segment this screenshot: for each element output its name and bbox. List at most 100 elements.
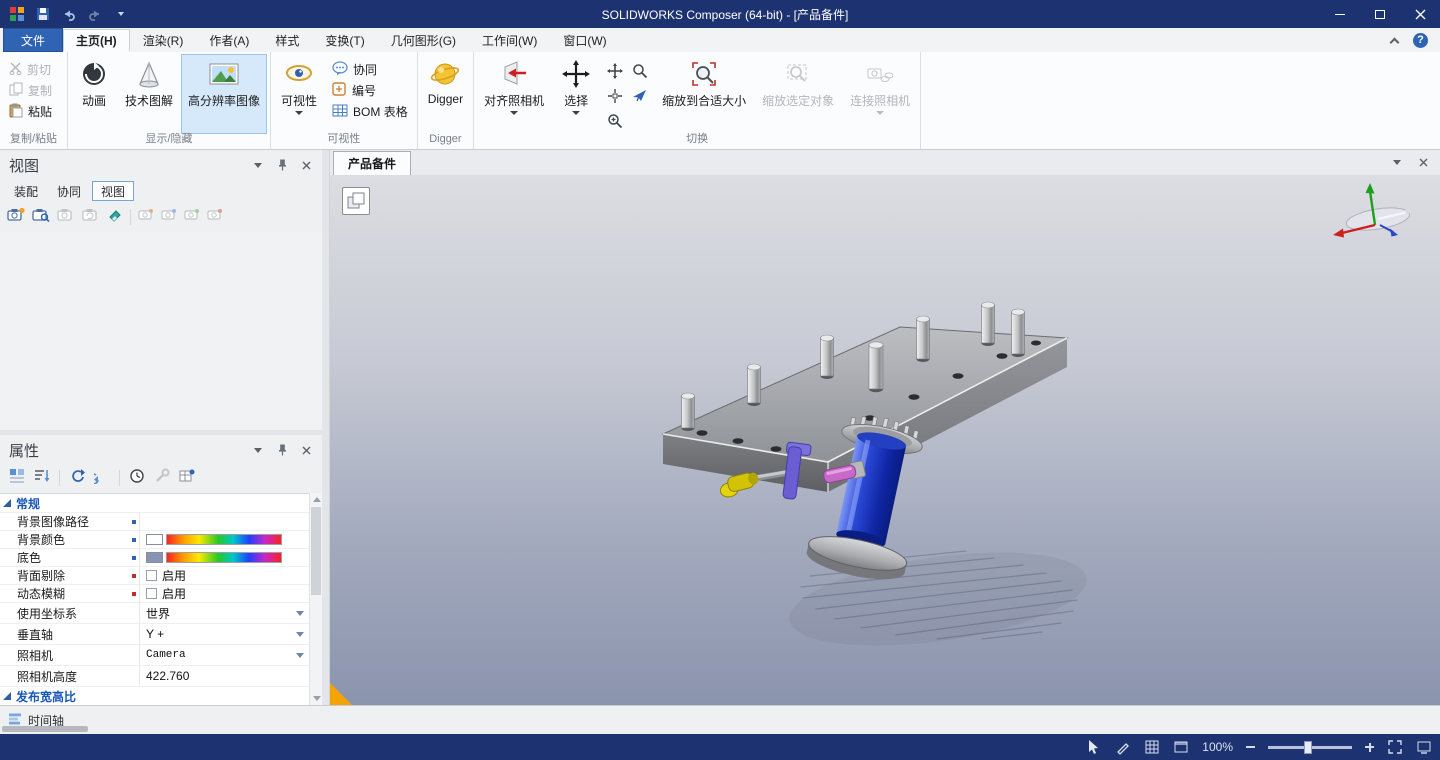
move-icon[interactable] (602, 58, 627, 83)
property-row-bg-image-path[interactable]: 背景图像路径 (0, 513, 309, 531)
viewport-pages-icon[interactable] (342, 187, 370, 215)
tab-views[interactable]: 视图 (92, 181, 134, 201)
views-close-icon[interactable] (299, 158, 313, 172)
annotate-tool-icon[interactable] (1115, 737, 1131, 757)
tab-window[interactable]: 窗口(W) (550, 29, 619, 52)
tab-author[interactable]: 作者(A) (196, 29, 262, 52)
undo-button[interactable] (60, 5, 78, 23)
base-color-swatch[interactable] (146, 552, 163, 563)
tab-collaboration[interactable]: 协同 (49, 181, 89, 201)
section-general[interactable]: 常规 (0, 494, 309, 513)
dock-splitter-vertical[interactable] (322, 150, 330, 705)
categorize-icon[interactable] (9, 468, 25, 489)
digger-button[interactable]: Digger (422, 55, 469, 133)
view-mode-icon-2[interactable] (161, 208, 177, 227)
file-menu-button[interactable]: 文件 (3, 28, 63, 52)
restore-defaults-icon[interactable] (69, 468, 85, 489)
property-row-motion-blur[interactable]: 动态模糊 启用 (0, 585, 309, 603)
paper-mode-icon[interactable] (1173, 737, 1189, 757)
cut-button[interactable]: 剪切 (4, 59, 57, 80)
scroll-down-icon[interactable] (313, 696, 321, 701)
tab-workshop[interactable]: 工作间(W) (469, 29, 550, 52)
view-mode-icon-3[interactable] (184, 208, 200, 227)
views-list-empty[interactable] (0, 232, 322, 430)
refresh-icon[interactable] (94, 468, 110, 489)
zoom-selection-button[interactable]: 缩放选定对象 (756, 55, 840, 133)
pin-table-icon[interactable] (179, 468, 195, 489)
copy-button[interactable]: 复制 (4, 80, 57, 101)
tab-geometry[interactable]: 几何图形(G) (378, 29, 469, 52)
create-view-icon[interactable] (7, 207, 25, 227)
properties-scrollbar[interactable] (309, 493, 322, 705)
close-button[interactable] (1400, 0, 1440, 28)
fly-mode-icon[interactable] (627, 83, 652, 108)
views-menu-icon[interactable] (251, 158, 265, 172)
maximize-button[interactable] (1360, 0, 1400, 28)
eraser-icon[interactable] (107, 207, 123, 228)
zoom-in-button[interactable] (1365, 737, 1374, 757)
numbering-button[interactable]: 编号 (327, 80, 413, 101)
tech-illustration-button[interactable]: 技术图解 (119, 55, 179, 133)
property-row-camera-height[interactable]: 照相机高度 422.760 (0, 666, 309, 687)
tab-render[interactable]: 渲染(R) (130, 29, 197, 52)
tab-assembly[interactable]: 装配 (6, 181, 46, 201)
save-button[interactable] (34, 5, 52, 23)
viewport-3d[interactable] (330, 175, 1440, 705)
properties-close-icon[interactable] (299, 443, 313, 457)
fit-view-icon[interactable] (1387, 737, 1403, 757)
high-res-image-button[interactable]: 高分辨率图像 (182, 55, 266, 133)
property-row-camera[interactable]: 照相机 Camera (0, 645, 309, 666)
tab-list-dropdown-icon[interactable] (1390, 155, 1404, 169)
app-logo-icon[interactable] (8, 5, 26, 23)
bg-color-gradient[interactable] (166, 534, 282, 545)
refresh-view-icon-disabled[interactable] (82, 207, 100, 227)
motion-blur-checkbox[interactable] (146, 588, 157, 599)
timeline-panel-collapsed[interactable]: 时间轴 (0, 705, 1440, 734)
zoom-icon[interactable] (627, 58, 652, 83)
property-row-coordinate-system[interactable]: 使用坐标系 世界 (0, 603, 309, 624)
minimize-button[interactable] (1320, 0, 1360, 28)
wrench-icon[interactable] (154, 468, 170, 489)
update-view-icon[interactable] (32, 207, 50, 227)
scroll-up-icon[interactable] (313, 497, 321, 502)
camera-view-icon-disabled[interactable] (57, 207, 75, 227)
animation-button[interactable]: 动画 (72, 55, 116, 133)
bg-color-swatch[interactable] (146, 534, 163, 545)
fullscreen-icon[interactable] (1416, 737, 1432, 757)
document-tab[interactable]: 产品备件 (333, 151, 411, 175)
dropdown-icon[interactable] (296, 632, 304, 637)
property-row-base-color[interactable]: 底色 (0, 549, 309, 567)
orientation-triad[interactable] (1320, 181, 1430, 247)
zoom-plus-icon[interactable] (602, 108, 627, 133)
view-mode-icon-4[interactable] (207, 208, 223, 227)
bom-table-button[interactable]: BOM 表格 (327, 101, 413, 122)
visibility-dropdown-icon[interactable] (295, 111, 303, 115)
property-row-backface-cull[interactable]: 背面剔除 启用 (0, 567, 309, 585)
scrollbar-thumb[interactable] (311, 507, 321, 595)
tab-transform[interactable]: 变换(T) (312, 29, 377, 52)
zoom-out-button[interactable] (1246, 737, 1255, 757)
select-button[interactable]: 选择 (554, 55, 598, 133)
properties-pin-icon[interactable] (275, 443, 289, 457)
timer-icon[interactable] (129, 468, 145, 489)
section-publish-aspect[interactable]: 发布宽高比 (0, 687, 309, 706)
timeline-scroll-nub[interactable] (2, 726, 88, 732)
select-tool-icon[interactable] (1086, 737, 1102, 757)
zoom-fit-button[interactable]: 缩放到合适大小 (656, 55, 752, 133)
dropdown-icon[interactable] (296, 611, 304, 616)
collaboration-button[interactable]: 协同 (327, 59, 413, 80)
link-camera-button[interactable]: 连接照相机 (844, 55, 916, 133)
collapse-ribbon-icon[interactable] (1387, 33, 1401, 47)
base-color-gradient[interactable] (166, 552, 282, 563)
view-mode-icon-1[interactable] (138, 208, 154, 227)
grid-toggle-icon[interactable] (1144, 737, 1160, 757)
redo-button[interactable] (86, 5, 104, 23)
visibility-button[interactable]: 可视性 (275, 55, 323, 133)
select-dropdown-icon[interactable] (572, 111, 580, 115)
pan-icon[interactable] (602, 83, 627, 108)
tab-home[interactable]: 主页(H) (63, 29, 130, 52)
property-row-bg-color[interactable]: 背景颜色 (0, 531, 309, 549)
paste-button[interactable]: 粘贴 (4, 101, 57, 122)
align-camera-dropdown-icon[interactable] (510, 111, 518, 115)
document-close-icon[interactable] (1416, 155, 1430, 169)
